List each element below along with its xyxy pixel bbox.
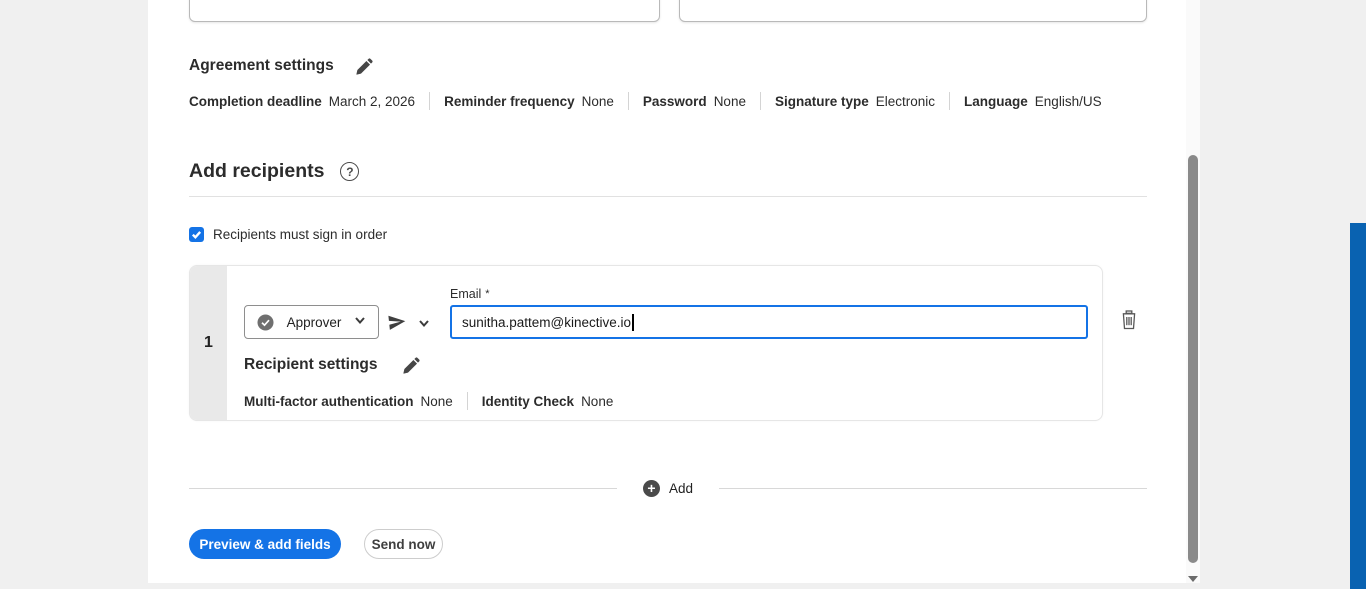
edit-recipient-settings-icon[interactable] — [402, 356, 420, 374]
edit-agreement-settings-icon[interactable] — [356, 57, 373, 75]
send-agreement-page: Agreement settings Completion deadline Ma… — [0, 0, 1366, 589]
add-recipient-row: + Add — [189, 477, 1147, 499]
text-caret — [632, 313, 634, 331]
right-edge-window-bar — [1350, 223, 1366, 589]
recipient-settings-summary: Multi-factor authentication None Identity… — [244, 392, 613, 410]
divider — [759, 92, 761, 110]
delete-recipient-button[interactable] — [1120, 310, 1142, 332]
agreement-settings-title: Agreement settings — [189, 57, 334, 74]
circle-check-icon — [257, 314, 274, 331]
divider — [466, 392, 468, 410]
section-divider — [189, 196, 1147, 197]
divider — [429, 92, 431, 110]
recipient-index: 1 — [190, 266, 227, 420]
recipient-role-dropdown[interactable]: Approver — [244, 305, 379, 339]
agreement-settings-summary: Completion deadline March 2, 2026 Reminde… — [189, 92, 1102, 110]
recipient-email-input[interactable]: sunitha.pattem@kinective.io — [450, 305, 1088, 339]
chevron-down-icon[interactable] — [418, 316, 430, 334]
setting-language: Language English/US — [964, 93, 1102, 109]
setting-identity-check: Identity Check None — [481, 393, 614, 409]
right-margin — [1200, 0, 1366, 589]
trash-icon — [1122, 310, 1136, 330]
add-recipient-button[interactable]: + Add — [642, 479, 694, 497]
scrollbar-down-arrow[interactable] — [1188, 570, 1198, 582]
agreement-settings-heading: Agreement settings — [189, 57, 373, 75]
scrollbar-thumb[interactable] — [1188, 155, 1198, 563]
email-value: sunitha.pattem@kinective.io — [462, 314, 632, 330]
add-recipients-title: Add recipients — [189, 160, 325, 182]
sign-in-order-checkbox[interactable] — [189, 227, 204, 242]
recipient-settings-title: Recipient settings — [244, 356, 378, 373]
divider-line — [719, 487, 1147, 489]
help-icon[interactable]: ? — [340, 162, 360, 181]
setting-mfa: Multi-factor authentication None — [244, 393, 453, 409]
sign-in-order-label: Recipients must sign in order — [213, 227, 388, 242]
setting-password: Password None — [642, 93, 746, 109]
paper-plane-icon — [387, 312, 407, 337]
send-now-button[interactable]: Send now — [364, 529, 443, 559]
recipient-settings-heading: Recipient settings — [244, 356, 420, 374]
message-field[interactable] — [679, 0, 1147, 22]
add-label: Add — [668, 480, 694, 496]
add-recipients-heading: Add recipients ? — [189, 160, 360, 183]
chevron-down-icon — [354, 313, 366, 331]
divider — [627, 92, 629, 110]
sign-in-order-row: Recipients must sign in order — [189, 227, 387, 242]
plus-circle-icon: + — [642, 479, 660, 497]
agreement-name-field[interactable] — [189, 0, 660, 22]
setting-reminder-frequency: Reminder frequency None — [444, 93, 614, 109]
email-label: Email * — [450, 287, 490, 301]
delivery-method-selector[interactable] — [387, 312, 430, 337]
recipient-role-label: Approver — [286, 314, 342, 330]
setting-signature-type: Signature type Electronic — [774, 93, 936, 109]
divider — [949, 92, 951, 110]
divider-line — [189, 487, 617, 489]
recipient-card: 1 Email * Approver sunitha.pattem@kinecti… — [189, 265, 1103, 421]
required-asterisk: * — [485, 288, 490, 300]
setting-completion-deadline: Completion deadline March 2, 2026 — [189, 93, 416, 109]
bottom-edge — [0, 583, 1366, 589]
preview-add-fields-button[interactable]: Preview & add fields — [189, 529, 341, 559]
